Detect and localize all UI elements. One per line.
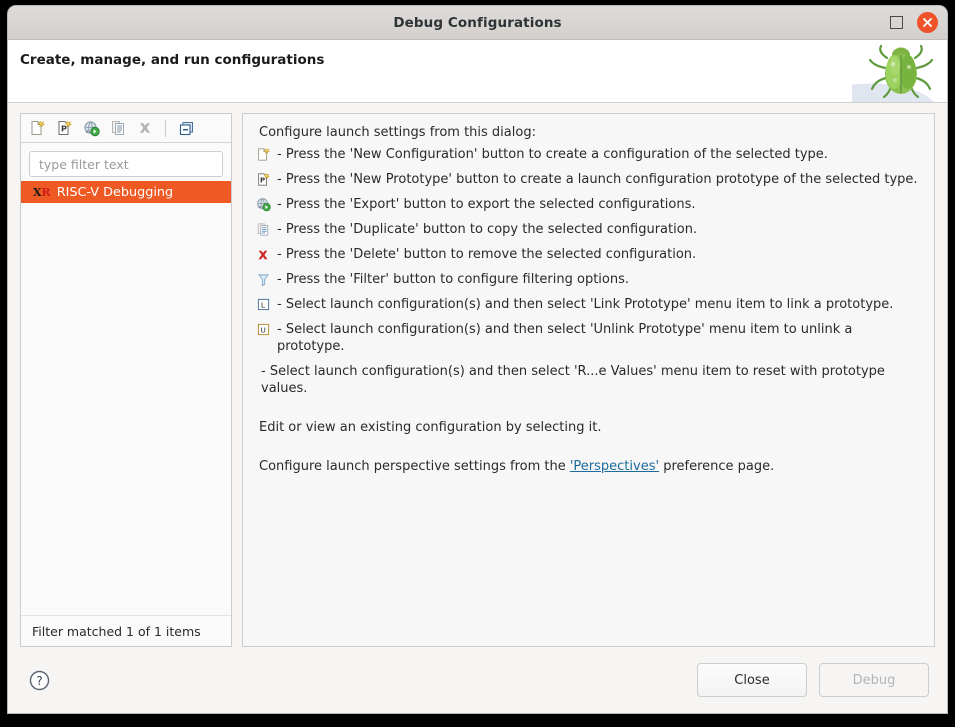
filter-container [21,143,231,177]
instructions-intro: Configure launch settings from this dial… [259,125,536,140]
tree-item-label: RISC-V Debugging [56,184,174,200]
perspective-note: Configure launch perspective settings fr… [259,458,922,475]
hint-duplicate: - Press the 'Duplicate' button to copy t… [255,221,922,238]
hint-unlink-prototype: U - Select launch configuration(s) and t… [255,321,922,355]
duplicate-icon [255,221,271,238]
hint-text: - Press the 'Filter' button to configure… [277,272,630,287]
hint-text: - Press the 'Delete' button to remove th… [277,247,697,262]
delete-button [135,118,155,138]
hint-text: - Press the 'Export' button to export th… [277,197,696,212]
window-title: Debug Configurations [393,14,562,31]
new-configuration-button[interactable] [27,118,47,138]
svg-text:P: P [260,177,265,185]
dialog-footer: ? Close Debug [8,647,947,713]
hint-filter: - Press the 'Filter' button to configure… [255,271,922,288]
svg-text:?: ? [36,674,42,688]
hint-text: - Press the 'New Configuration' button t… [277,147,828,162]
edit-note: Edit or view an existing configuration b… [259,420,602,435]
configurations-panel: P type filter text XR RISC-V Debugging F… [20,113,232,647]
bug-icon [852,40,947,102]
unlink-prototype-icon: U [255,321,271,338]
hint-text: - Select launch configuration(s) and the… [261,364,885,396]
close-button[interactable]: Close [697,663,807,697]
debug-configurations-dialog: Debug Configurations Create, manage, and… [8,6,947,713]
help-icon[interactable]: ? [28,669,50,691]
hint-new-prototype: P - Press the 'New Prototype' button to … [255,171,922,188]
export-icon [255,196,271,213]
page-title: Create, manage, and run configurations [20,52,325,68]
hint-delete: - Press the 'Delete' button to remove th… [255,246,922,263]
filter-icon [255,271,271,288]
configurations-toolbar: P [21,114,231,143]
risc-v-icon: XR [33,185,51,199]
hint-text: - Press the 'New Prototype' button to cr… [277,172,918,187]
hint-export: - Press the 'Export' button to export th… [255,196,922,213]
svg-text:P: P [61,125,67,134]
maximize-icon[interactable] [890,16,903,29]
instructions-panel: Configure launch settings from this dial… [242,113,935,647]
export-button[interactable] [81,118,101,138]
hint-text: - Select launch configuration(s) and the… [277,322,853,354]
filter-input[interactable] [29,151,223,177]
debug-button: Debug [819,663,929,697]
titlebar: Debug Configurations [8,6,947,40]
perspective-prefix: Configure launch perspective settings fr… [259,459,570,474]
perspectives-link[interactable]: 'Perspectives' [570,459,659,474]
link-prototype-icon: L [255,296,271,313]
hint-link-prototype: L - Select launch configuration(s) and t… [255,296,922,313]
toolbar-separator [165,119,166,137]
tree-item-risc-v-debugging[interactable]: XR RISC-V Debugging [21,181,231,203]
delete-icon [255,246,271,263]
filter-status: Filter matched 1 of 1 items [21,615,231,646]
close-icon[interactable] [917,12,938,33]
duplicate-button [108,118,128,138]
dialog-body: P type filter text XR RISC-V Debugging F… [8,103,947,647]
perspective-suffix: preference page. [659,459,775,474]
header-banner: Create, manage, and run configurations [8,40,947,103]
new-configuration-icon [255,146,271,163]
svg-text:U: U [260,326,265,335]
hint-new-configuration: - Press the 'New Configuration' button t… [255,146,922,163]
configurations-tree[interactable]: XR RISC-V Debugging [21,177,231,615]
hint-reset-values: - Select launch configuration(s) and the… [255,363,922,397]
new-prototype-button[interactable]: P [54,118,74,138]
collapse-all-button[interactable] [176,118,196,138]
new-prototype-icon: P [255,171,271,188]
hint-text: - Select launch configuration(s) and the… [277,297,894,312]
window-controls [890,6,938,39]
hint-text: - Press the 'Duplicate' button to copy t… [277,222,698,237]
